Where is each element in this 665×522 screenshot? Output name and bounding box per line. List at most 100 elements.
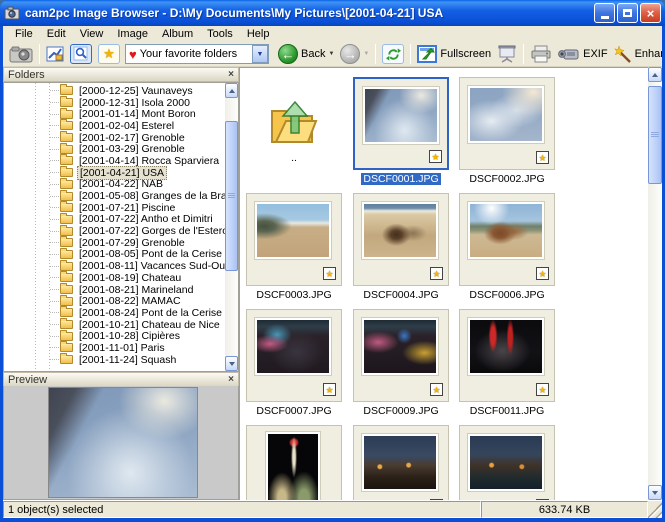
enhance-button[interactable]: Enhance (611, 42, 662, 66)
thumbnail-card[interactable]: ★ (459, 193, 555, 286)
favorites-button[interactable]: ★ (95, 42, 123, 66)
tree-item[interactable]: [2001-08-19] Chateau (4, 272, 225, 284)
tree-item[interactable]: [2001-08-21] Marineland (4, 284, 225, 296)
maximize-button[interactable] (617, 3, 638, 23)
thumbnail-cell[interactable]: ★DSCF0006.JPG (459, 193, 555, 301)
tree-item[interactable]: [2001-08-05] Pont de la Cerise (4, 249, 225, 261)
thumbnail-card[interactable]: ★ (353, 309, 449, 402)
tree-item[interactable]: [2001-08-22] MAMAC (4, 295, 225, 307)
thumbnail-card[interactable]: ★ (459, 309, 555, 402)
thumbnail-card[interactable]: ★ (459, 77, 555, 170)
tree-item[interactable]: [2001-07-22] Antho et Dimitri (4, 214, 225, 226)
thumbnail-card[interactable]: ★ (246, 309, 342, 402)
batch-process-button[interactable] (43, 42, 67, 66)
refresh-button[interactable] (379, 42, 407, 66)
tree-item[interactable]: [2001-10-21] Chateau de Nice (4, 319, 225, 331)
thumbnail-cell[interactable]: ★ (459, 425, 555, 500)
folders-panel-header: Folders × (3, 67, 239, 82)
folder-icon (60, 285, 73, 294)
menu-view[interactable]: View (73, 27, 111, 41)
menu-file[interactable]: File (8, 27, 40, 41)
tree-item[interactable]: [2001-02-04] Esterel (4, 120, 225, 132)
tree-item[interactable]: [2001-03-29] Grenoble (4, 143, 225, 155)
tree-scrollbar[interactable] (225, 83, 238, 371)
browse-mode-button[interactable] (67, 42, 95, 66)
tree-scrollbar-thumb[interactable] (225, 121, 238, 271)
tree-item[interactable]: [2000-12-31] Isola 2000 (4, 97, 225, 109)
menu-tools[interactable]: Tools (200, 27, 240, 41)
forward-icon: → (340, 44, 360, 64)
menu-edit[interactable]: Edit (40, 27, 73, 41)
tree-item[interactable]: [2001-04-21] USA (4, 167, 225, 179)
tree-item[interactable]: [2001-07-29] Grenoble (4, 237, 225, 249)
combo-dropdown-icon[interactable]: ▼ (252, 45, 268, 63)
slideshow-button[interactable] (494, 42, 520, 66)
folder-icon (60, 133, 73, 142)
menu-image[interactable]: Image (110, 27, 155, 41)
thumbnail-cell[interactable] (246, 425, 342, 500)
tree-item[interactable]: [2001-10-28] Cipières (4, 330, 225, 342)
thumbnail-cell[interactable]: ★DSCF0001.JPG (353, 77, 449, 185)
tree-item[interactable]: [2001-11-01] Paris (4, 342, 225, 354)
tree-item[interactable]: [2001-08-11] Vacances Sud-Ouest (4, 260, 225, 272)
camera-download-button[interactable] (6, 42, 36, 66)
tree-item[interactable]: [2001-11-24] Squash (4, 354, 225, 366)
tree-item[interactable]: [2001-01-14] Mont Boron (4, 108, 225, 120)
menu-help[interactable]: Help (240, 27, 277, 41)
tree-connector (50, 277, 59, 278)
thumbnail-cell[interactable]: ★DSCF0004.JPG (353, 193, 449, 301)
folder-icon (60, 192, 73, 201)
thumbnail-image (468, 434, 544, 491)
scroll-down-icon[interactable] (648, 485, 662, 500)
forward-dropdown-icon: ▼ (363, 51, 369, 57)
scroll-up-icon[interactable] (225, 83, 238, 98)
tree-item[interactable]: [2001-05-08] Granges de la Brasque (4, 190, 225, 202)
thumbnail-card[interactable]: ★ (246, 193, 342, 286)
tree-connector (50, 196, 59, 197)
thumbnail-card[interactable]: ★ (353, 77, 449, 170)
favorite-star-icon: ★ (536, 267, 549, 280)
scroll-down-icon[interactable] (225, 356, 238, 371)
tree-item[interactable]: [2001-04-22] NAB (4, 179, 225, 191)
fullscreen-icon (417, 45, 437, 63)
tree-item[interactable]: [2001-07-21] Piscine (4, 202, 225, 214)
exif-button[interactable]: EXIF (555, 42, 610, 66)
preview-close-icon[interactable]: × (228, 374, 234, 385)
tree-item[interactable]: [2001-08-24] Pont de la Cerise (4, 307, 225, 319)
thumbnail-cell[interactable]: ★DSCF0002.JPG (459, 77, 555, 185)
minimize-button[interactable] (594, 3, 615, 23)
thumbnail-card[interactable]: ★ (459, 425, 555, 500)
tree-item[interactable]: [2000-12-25] Vaunaveys (4, 85, 225, 97)
resize-grip[interactable] (648, 501, 662, 518)
preview-image (48, 387, 198, 498)
thumbnail-label: DSCF0011.JPG (459, 405, 555, 417)
content-scrollbar-thumb[interactable] (648, 86, 662, 184)
print-button[interactable] (527, 42, 555, 66)
up-folder-cell[interactable]: .. (246, 77, 342, 164)
tree-item[interactable]: [2001-07-22] Gorges de l'Esteron (4, 225, 225, 237)
thumbnail-cell[interactable]: ★DSCF0007.JPG (246, 309, 342, 417)
fullscreen-button[interactable]: Fullscreen (414, 42, 494, 66)
favorites-combo[interactable]: ♥ Your favorite folders ▼ (125, 44, 269, 64)
thumbnail-cell[interactable]: ★ DSCF0011.JPG (459, 309, 555, 417)
content-scrollbar[interactable] (648, 67, 662, 500)
thumbnail-card[interactable]: ★ (353, 425, 449, 500)
thumbnail-card[interactable]: ★ (353, 193, 449, 286)
back-button[interactable]: ← Back ▼ (275, 42, 337, 66)
tree-item[interactable]: [2001-02-17] Grenoble (4, 132, 225, 144)
folder-icon (60, 121, 73, 130)
thumbnail-cell[interactable]: ★DSCF0003.JPG (246, 193, 342, 301)
tree-connector (50, 301, 59, 302)
folders-close-icon[interactable]: × (228, 69, 234, 80)
thumbnail-cell[interactable]: ★DSCF0009.JPG (353, 309, 449, 417)
thumbnail-card[interactable] (246, 425, 342, 500)
thumbnail-cell[interactable]: ★ (353, 425, 449, 500)
forward-button[interactable]: → ▼ (337, 42, 372, 66)
scroll-up-icon[interactable] (648, 67, 662, 82)
thumbnail-image (255, 318, 331, 375)
back-dropdown-icon[interactable]: ▼ (328, 51, 334, 57)
close-button[interactable]: × (640, 3, 661, 23)
back-label: Back (301, 48, 325, 60)
tree-item-label: [2001-04-22] NAB (77, 178, 165, 190)
menu-album[interactable]: Album (155, 27, 200, 41)
